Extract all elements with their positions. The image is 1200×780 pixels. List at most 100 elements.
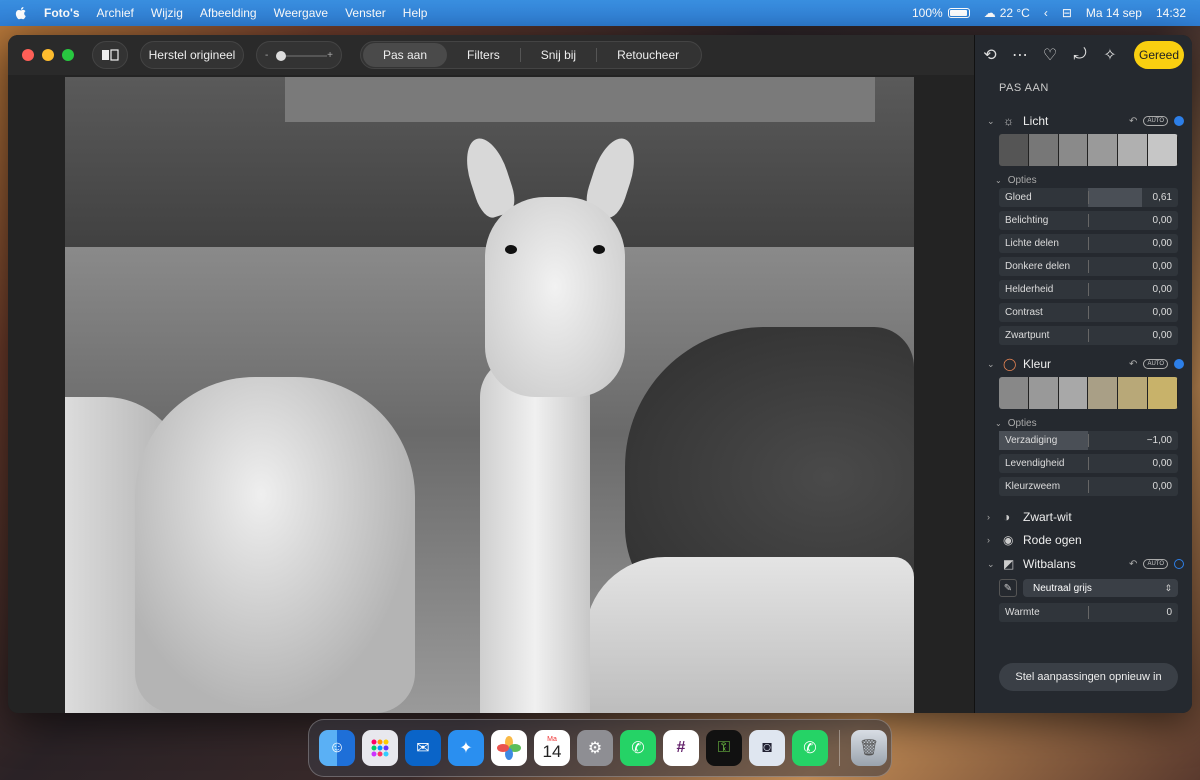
menu-afbeelding[interactable]: Afbeelding xyxy=(200,6,257,20)
slack-icon[interactable]: # xyxy=(663,730,699,766)
zoom-plus: + xyxy=(327,49,333,61)
slider-warmte-label: Warmte xyxy=(1005,607,1040,618)
chevron-left-icon[interactable]: ‹ xyxy=(1044,6,1048,20)
menu-app-name[interactable]: Foto's xyxy=(44,6,80,20)
enabled-check-icon[interactable] xyxy=(1174,116,1184,126)
heart-icon[interactable]: ♡ xyxy=(1041,46,1059,64)
witbalans-mode-select[interactable]: Neutraal grijs ⇕ xyxy=(1023,579,1178,597)
section-licht[interactable]: ⌄ ☼ Licht ↶ AUTO xyxy=(975,110,1192,132)
settings-icon[interactable]: ⚙ xyxy=(577,730,613,766)
eyedropper-icon[interactable]: ✎ xyxy=(999,579,1017,597)
section-witbalans[interactable]: ⌄ ◩ Witbalans ↶ AUTO xyxy=(975,553,1192,575)
licht-slider-6[interactable]: Zwartpunt 0,00 xyxy=(999,326,1178,345)
menu-venster[interactable]: Venster xyxy=(345,6,386,20)
licht-slider-3[interactable]: Donkere delen 0,00 xyxy=(999,257,1178,276)
kleur-slider-2[interactable]: Kleurzweem 0,00 xyxy=(999,477,1178,496)
auto-button[interactable]: AUTO xyxy=(1143,359,1168,369)
menu-weergave[interactable]: Weergave xyxy=(274,6,328,20)
slider-warmte[interactable]: Warmte 0 xyxy=(999,603,1178,622)
reset-adjustments-button[interactable]: Stel aanpassingen opnieuw in xyxy=(999,663,1178,691)
menu-date[interactable]: Ma 14 sep xyxy=(1086,6,1142,20)
tab-retoucheer[interactable]: Retoucheer xyxy=(597,43,699,67)
licht-slider-1[interactable]: Belichting 0,00 xyxy=(999,211,1178,230)
photo-baby-alpaca xyxy=(135,377,415,713)
auto-enhance-icon[interactable]: ⟲ xyxy=(981,46,999,64)
battery-percent: 100% xyxy=(912,6,943,20)
edit-mode-tabs: Pas aan Filters Snij bij Retoucheer xyxy=(360,41,703,69)
window-controls xyxy=(22,49,74,61)
apple-icon[interactable] xyxy=(14,6,28,20)
tab-snij-bij[interactable]: Snij bij xyxy=(521,43,596,67)
slider-label: Belichting xyxy=(1005,215,1049,226)
trash-icon[interactable]: 🗑 xyxy=(851,730,887,766)
licht-options-toggle[interactable]: ⌄ Opties xyxy=(975,172,1192,188)
kleur-options-toggle[interactable]: ⌄ Opties xyxy=(975,415,1192,431)
licht-thumbnail-strip[interactable] xyxy=(999,134,1178,166)
undo-icon[interactable]: ↶ xyxy=(1129,116,1137,127)
auto-button[interactable]: AUTO xyxy=(1143,559,1168,569)
tab-pas-aan[interactable]: Pas aan xyxy=(363,43,448,67)
slider-value: 0,00 xyxy=(1152,458,1172,469)
slider-value: −1,00 xyxy=(1146,435,1172,446)
chevron-right-icon[interactable]: › xyxy=(987,512,997,522)
enabled-check-icon[interactable] xyxy=(1174,359,1184,369)
section-kleur[interactable]: ⌄ ◯ Kleur ↶ AUTO xyxy=(975,353,1192,375)
copilot-icon[interactable]: ◙ xyxy=(749,730,785,766)
disabled-check-icon[interactable] xyxy=(1174,559,1184,569)
section-zwart-wit[interactable]: › ◑ Zwart-wit xyxy=(975,506,1192,528)
minimize-window-button[interactable] xyxy=(42,49,54,61)
licht-slider-5[interactable]: Contrast 0,00 xyxy=(999,303,1178,322)
whatsapp-beta-icon[interactable]: ✆ xyxy=(792,730,828,766)
zoom-window-button[interactable] xyxy=(62,49,74,61)
rotate-icon[interactable]: ⤾ xyxy=(1071,46,1089,64)
undo-icon[interactable]: ↶ xyxy=(1129,359,1137,370)
more-options-icon[interactable]: ⋯ xyxy=(1011,46,1029,64)
zoom-slider[interactable]: - + xyxy=(256,41,342,69)
kleur-thumbnail-strip[interactable] xyxy=(999,377,1178,409)
licht-slider-0[interactable]: Gloed 0,61 xyxy=(999,188,1178,207)
launchpad-icon[interactable] xyxy=(362,730,398,766)
magic-wand-icon[interactable]: ✧ xyxy=(1101,46,1119,64)
outlook-icon[interactable]: ✉ xyxy=(405,730,441,766)
updown-chevron-icon: ⇕ xyxy=(1164,582,1172,593)
photos-window: Herstel origineel - + Pas aan Filters Sn… xyxy=(8,35,1192,713)
weather-status[interactable]: ☁ 22 °C xyxy=(984,6,1030,20)
licht-slider-4[interactable]: Helderheid 0,00 xyxy=(999,280,1178,299)
chevron-down-icon[interactable]: ⌄ xyxy=(987,359,997,370)
whatsapp-icon[interactable]: ✆ xyxy=(620,730,656,766)
slider-center-line xyxy=(1088,237,1089,250)
slider-label: Donkere delen xyxy=(1005,261,1071,272)
control-center-icon[interactable]: ⊟ xyxy=(1062,6,1072,20)
menu-help[interactable]: Help xyxy=(403,6,428,20)
battery-status[interactable]: 100% xyxy=(912,6,970,20)
eye-icon: ◉ xyxy=(1003,533,1014,547)
safari-icon[interactable]: ✦ xyxy=(448,730,484,766)
menu-wijzig[interactable]: Wijzig xyxy=(151,6,183,20)
slider-label: Kleurzweem xyxy=(1005,481,1061,492)
auto-button[interactable]: AUTO xyxy=(1143,116,1168,126)
licht-slider-2[interactable]: Lichte delen 0,00 xyxy=(999,234,1178,253)
done-button[interactable]: Gereed xyxy=(1134,41,1184,69)
close-window-button[interactable] xyxy=(22,49,34,61)
kleur-slider-0[interactable]: Verzadiging −1,00 xyxy=(999,431,1178,450)
tab-filters[interactable]: Filters xyxy=(447,43,520,67)
menu-time[interactable]: 14:32 xyxy=(1156,6,1186,20)
undo-icon[interactable]: ↶ xyxy=(1129,559,1137,570)
1password-icon[interactable]: ⚿ xyxy=(706,730,742,766)
zoom-slider-knob[interactable] xyxy=(276,51,286,61)
chevron-down-icon[interactable]: ⌄ xyxy=(987,559,997,570)
calendar-icon[interactable]: Ma 14 xyxy=(534,730,570,766)
dock: ☺ ✉ ✦ Ma 14 ⚙ ✆ # ⚿ ◙ ✆ 🗑 xyxy=(308,719,892,777)
chevron-right-icon[interactable]: › xyxy=(987,535,997,545)
witbalans-controls: ✎ Neutraal grijs ⇕ xyxy=(999,577,1192,599)
finder-icon[interactable]: ☺ xyxy=(319,730,355,766)
slider-label: Zwartpunt xyxy=(1005,330,1050,341)
menu-archief[interactable]: Archief xyxy=(97,6,134,20)
chevron-down-icon[interactable]: ⌄ xyxy=(987,116,997,127)
revert-original-button[interactable]: Herstel origineel xyxy=(140,41,244,69)
photos-icon[interactable] xyxy=(491,730,527,766)
compare-original-button[interactable] xyxy=(92,41,128,69)
kleur-slider-1[interactable]: Levendigheid 0,00 xyxy=(999,454,1178,473)
section-rode-ogen[interactable]: › ◉ Rode ogen xyxy=(975,529,1192,551)
alpaca-photo[interactable] xyxy=(65,77,914,713)
